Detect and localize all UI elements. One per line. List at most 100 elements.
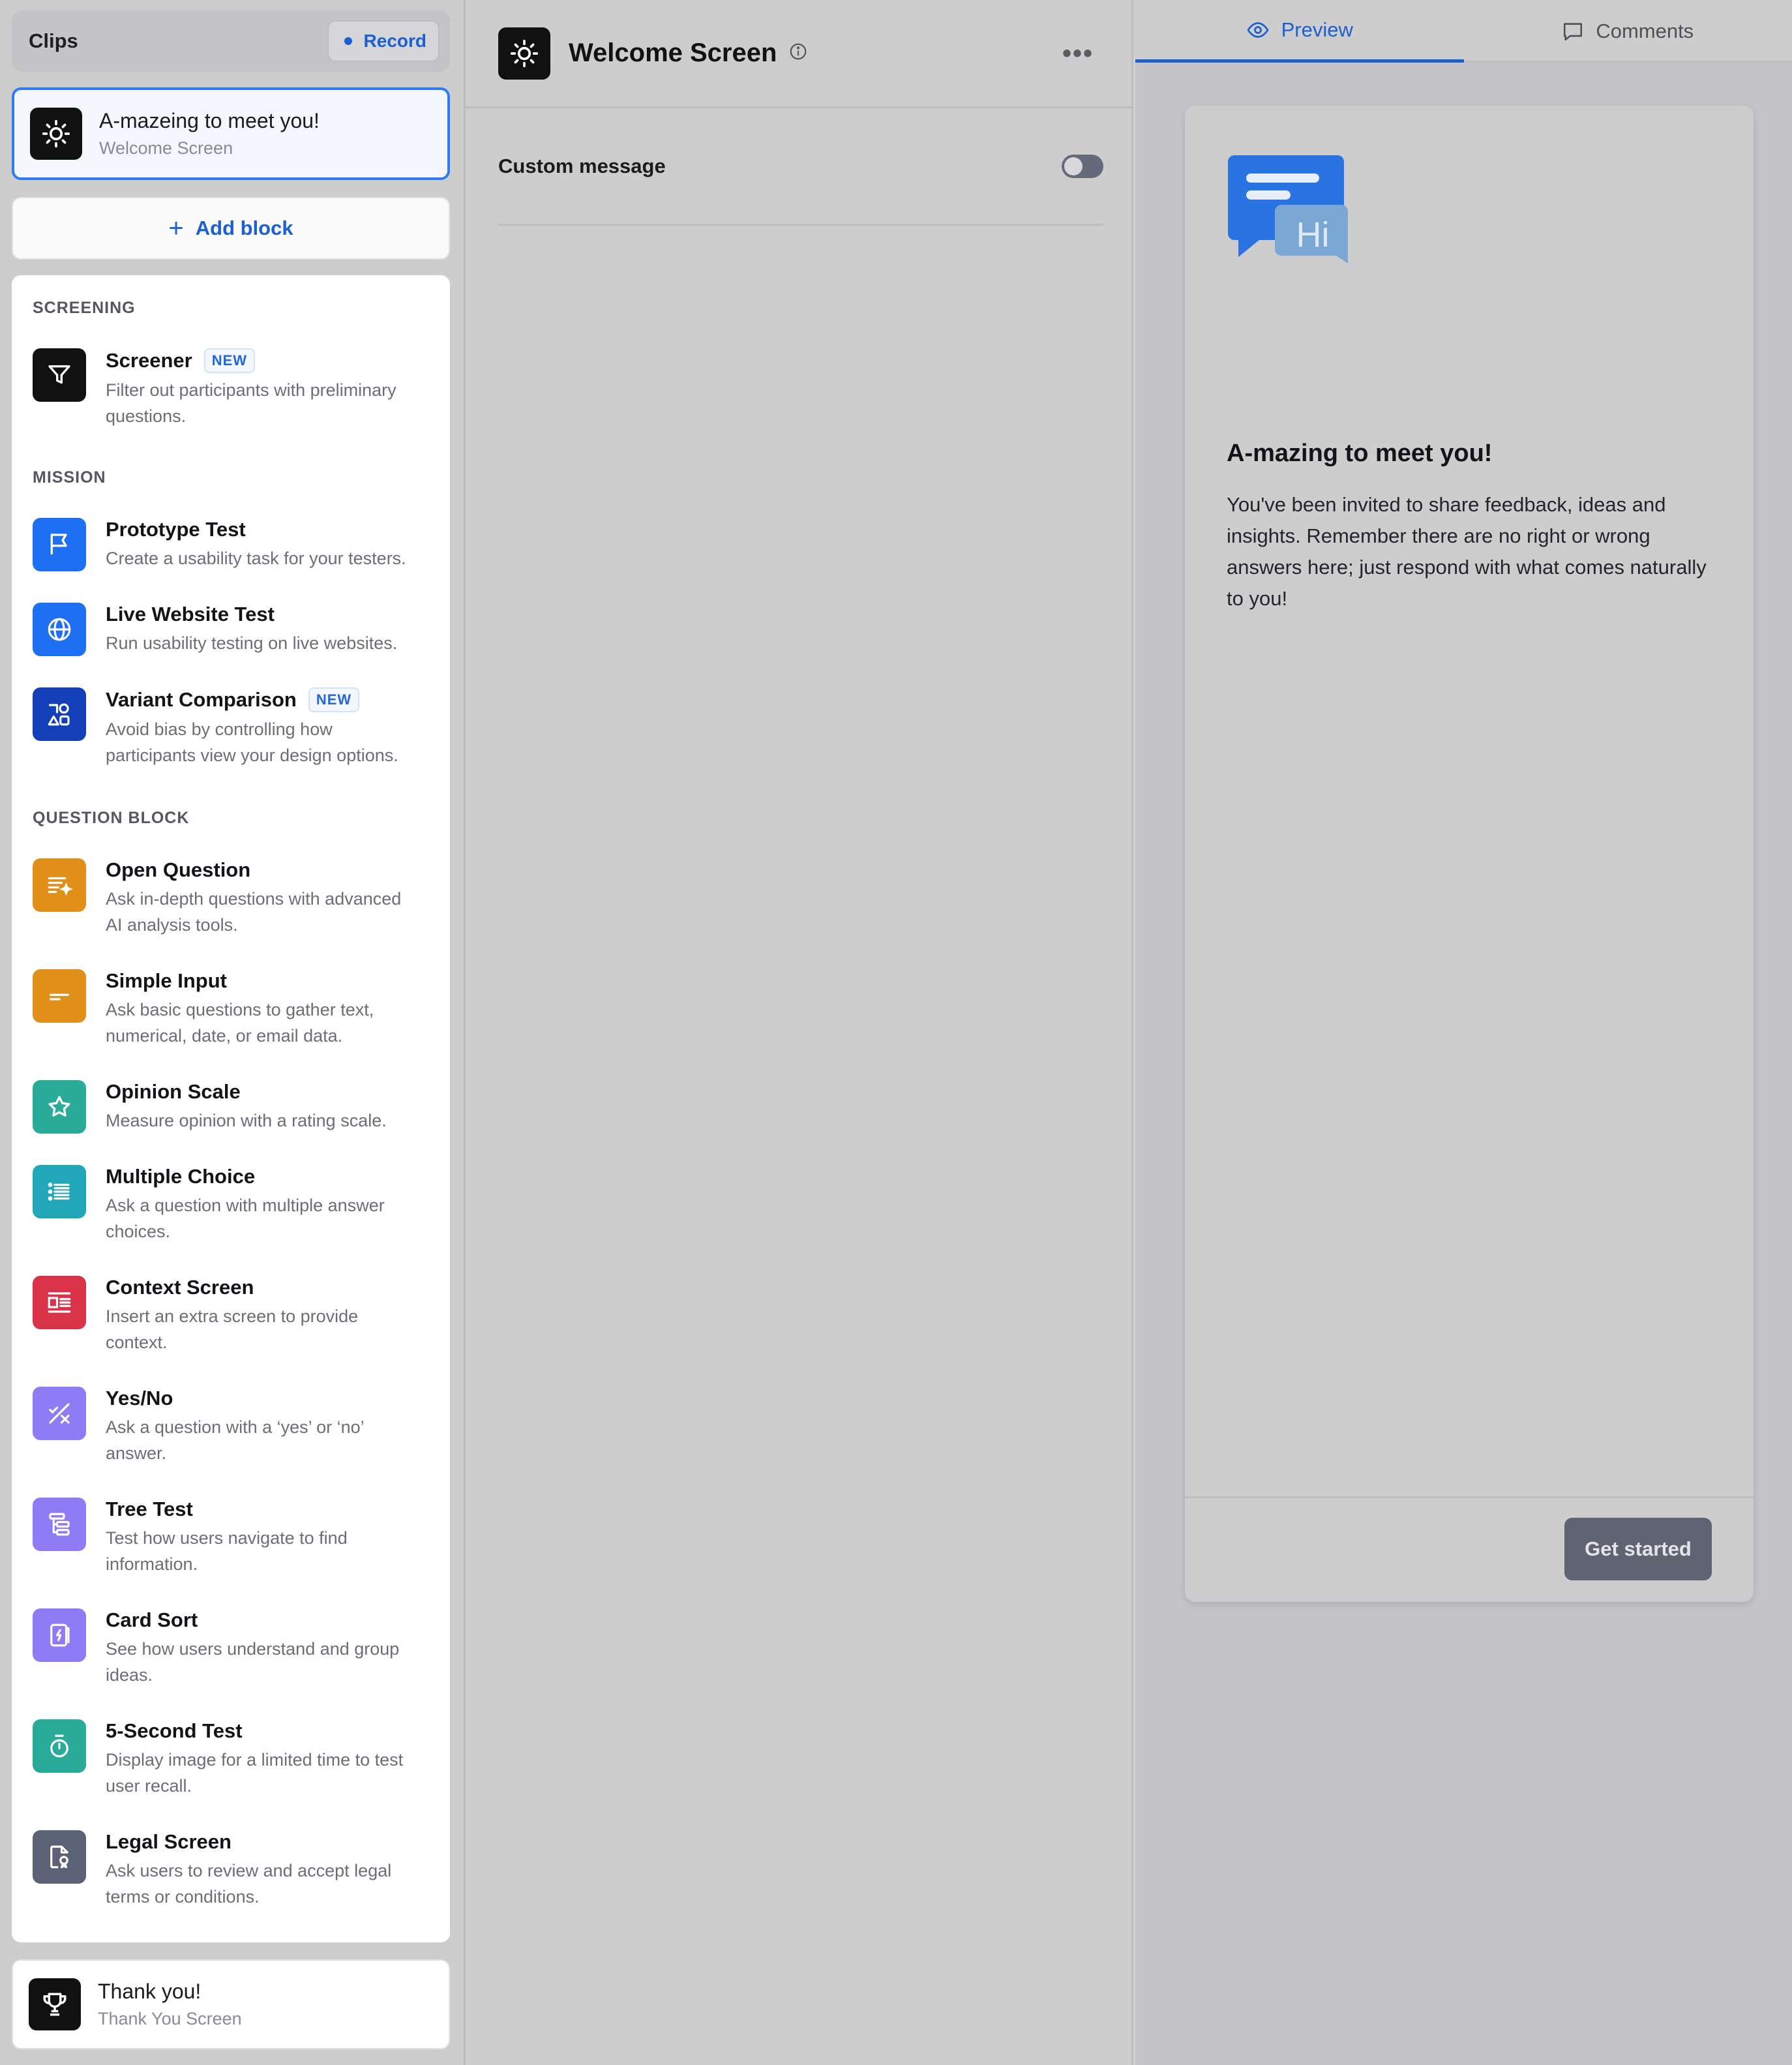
block-title: Simple Input bbox=[106, 969, 227, 992]
hi-chat-bubbles-icon: Hi bbox=[1227, 149, 1351, 276]
custom-message-label: Custom message bbox=[498, 154, 666, 177]
record-button[interactable]: Record bbox=[327, 20, 440, 62]
custom-message-toggle[interactable] bbox=[1062, 154, 1103, 178]
block-open-question[interactable]: Open Question Ask in-depth questions wit… bbox=[33, 858, 437, 938]
thank-you-screen-card[interactable]: Thank you! Thank You Screen bbox=[12, 1959, 450, 2049]
block-desc: Create a usability task for your testers… bbox=[106, 549, 406, 568]
block-title: Variant Comparison bbox=[106, 688, 297, 711]
plus-icon: + bbox=[168, 214, 184, 243]
clips-title: Clips bbox=[29, 29, 78, 52]
info-icon[interactable] bbox=[788, 42, 808, 65]
tree-icon bbox=[33, 1498, 86, 1551]
block-desc: Test how users navigate to find informati… bbox=[106, 1528, 348, 1574]
block-desc: Ask a question with multiple answer choic… bbox=[106, 1196, 385, 1241]
get-started-button[interactable]: Get started bbox=[1564, 1518, 1712, 1580]
block-title: Opinion Scale bbox=[106, 1080, 241, 1103]
thanks-card-title: Thank you! bbox=[98, 1980, 202, 2003]
settings-title: Welcome Screen bbox=[569, 38, 777, 67]
block-desc: Insert an extra screen to provide context… bbox=[106, 1306, 359, 1352]
block-prototype-test[interactable]: Prototype Test Create a usability task f… bbox=[33, 518, 437, 571]
section-question-block: QUESTION BLOCK bbox=[33, 809, 190, 827]
section-mission: MISSION bbox=[33, 468, 106, 487]
block-desc: Measure opinion with a rating scale. bbox=[106, 1111, 387, 1130]
block-title: Tree Test bbox=[106, 1498, 193, 1520]
block-library: SCREENING Screener NEW Filter out partici… bbox=[12, 275, 450, 1942]
more-options-button[interactable]: ••• bbox=[1062, 39, 1094, 68]
preview-tabs: Preview Comments bbox=[1135, 0, 1792, 63]
tab-comments-label: Comments bbox=[1596, 20, 1694, 42]
tab-preview-label: Preview bbox=[1281, 18, 1353, 41]
block-title: Prototype Test bbox=[106, 518, 246, 541]
custom-message-row: Custom message bbox=[498, 108, 1103, 226]
card-icon bbox=[33, 1608, 86, 1662]
sun-icon bbox=[30, 108, 82, 160]
block-desc: Ask basic questions to gather text, numer… bbox=[106, 1000, 374, 1046]
block-title: Multiple Choice bbox=[106, 1165, 256, 1188]
shapes-icon bbox=[33, 687, 86, 741]
block-tree-test[interactable]: Tree Test Test how users navigate to fin… bbox=[33, 1498, 437, 1577]
block-desc: Avoid bias by controlling how participant… bbox=[106, 719, 398, 765]
globe-icon bbox=[33, 603, 86, 656]
preview-panel: Preview Comments Hi A-mazing to meet you… bbox=[1135, 0, 1792, 2065]
block-screener[interactable]: Screener NEW Filter out participants with… bbox=[33, 348, 437, 429]
preview-card: Hi A-mazing to meet you! You've been inv… bbox=[1185, 106, 1754, 1602]
block-title: Card Sort bbox=[106, 1608, 198, 1631]
hi-text: Hi bbox=[1296, 215, 1330, 254]
block-variant-comparison[interactable]: Variant Comparison NEW Avoid bias by cont… bbox=[33, 687, 437, 768]
block-desc: Ask in-depth questions with advanced AI a… bbox=[106, 889, 402, 935]
toggle-knob bbox=[1064, 157, 1083, 175]
section-screening: SCREENING bbox=[33, 299, 136, 317]
block-desc: Run usability testing on live websites. bbox=[106, 633, 398, 653]
block-desc: Ask a question with a ‘yes’ or ‘no’ answe… bbox=[106, 1417, 365, 1463]
block-title: Screener bbox=[106, 349, 192, 372]
block-desc: Display image for a limited time to test… bbox=[106, 1750, 404, 1796]
list-icon bbox=[33, 1165, 86, 1218]
block-legal-screen[interactable]: Legal Screen Ask users to review and acc… bbox=[33, 1830, 437, 1910]
block-desc: Ask users to review and accept legal term… bbox=[106, 1861, 392, 1907]
block-title: Legal Screen bbox=[106, 1830, 231, 1853]
block-title: Open Question bbox=[106, 858, 251, 881]
new-badge: NEW bbox=[308, 687, 360, 712]
block-opinion-scale[interactable]: Opinion Scale Measure opinion with a rat… bbox=[33, 1080, 437, 1134]
flag-icon bbox=[33, 518, 86, 571]
text-sparkle-icon bbox=[33, 858, 86, 912]
block-settings-panel: Welcome Screen ••• Custom message bbox=[466, 0, 1133, 2065]
block-card-sort[interactable]: Card Sort See how users understand and g… bbox=[33, 1608, 437, 1688]
timer-icon bbox=[33, 1719, 86, 1773]
yes-no-icon bbox=[33, 1387, 86, 1440]
add-block-button[interactable]: + Add block bbox=[12, 197, 450, 260]
record-dot-icon bbox=[344, 37, 352, 45]
block-yes-no[interactable]: Yes/No Ask a question with a ‘yes’ or ‘n… bbox=[33, 1387, 437, 1466]
block-desc: See how users understand and group ideas. bbox=[106, 1639, 400, 1685]
welcome-screen-card[interactable]: A-mazeing to meet you! Welcome Screen bbox=[12, 87, 450, 180]
welcome-card-subtitle: Welcome Screen bbox=[99, 138, 233, 158]
input-line-icon bbox=[33, 969, 86, 1023]
legal-doc-icon bbox=[33, 1830, 86, 1884]
tab-preview[interactable]: Preview bbox=[1135, 0, 1464, 63]
star-icon bbox=[33, 1080, 86, 1134]
add-block-label: Add block bbox=[195, 217, 293, 239]
tab-comments[interactable]: Comments bbox=[1464, 0, 1792, 63]
comment-icon bbox=[1564, 23, 1583, 41]
context-icon bbox=[33, 1276, 86, 1329]
sun-icon bbox=[498, 27, 550, 80]
preview-title: A-mazing to meet you! bbox=[1227, 440, 1493, 467]
block-multiple-choice[interactable]: Multiple Choice Ask a question with mult… bbox=[33, 1165, 437, 1244]
block-desc: Filter out participants with preliminary… bbox=[106, 380, 396, 426]
clips-header: Clips Record bbox=[12, 10, 450, 72]
new-badge: NEW bbox=[203, 348, 256, 373]
block-five-second-test[interactable]: 5-Second Test Display image for a limite… bbox=[33, 1719, 437, 1799]
block-live-website-test[interactable]: Live Website Test Run usability testing … bbox=[33, 603, 437, 656]
settings-header: Welcome Screen ••• bbox=[466, 0, 1131, 108]
block-context-screen[interactable]: Context Screen Insert an extra screen to… bbox=[33, 1276, 437, 1355]
preview-footer: Get started bbox=[1185, 1496, 1754, 1602]
trophy-icon bbox=[29, 1978, 81, 2030]
eye-icon bbox=[1247, 22, 1269, 38]
block-sidebar: Clips Record A-mazeing to meet you! Welc… bbox=[0, 0, 466, 2065]
block-simple-input[interactable]: Simple Input Ask basic questions to gath… bbox=[33, 969, 437, 1049]
thanks-card-subtitle: Thank You Screen bbox=[98, 2009, 242, 2028]
block-title: 5-Second Test bbox=[106, 1719, 243, 1742]
block-title: Live Website Test bbox=[106, 603, 275, 626]
block-title: Yes/No bbox=[106, 1387, 173, 1409]
record-label: Record bbox=[363, 31, 426, 51]
